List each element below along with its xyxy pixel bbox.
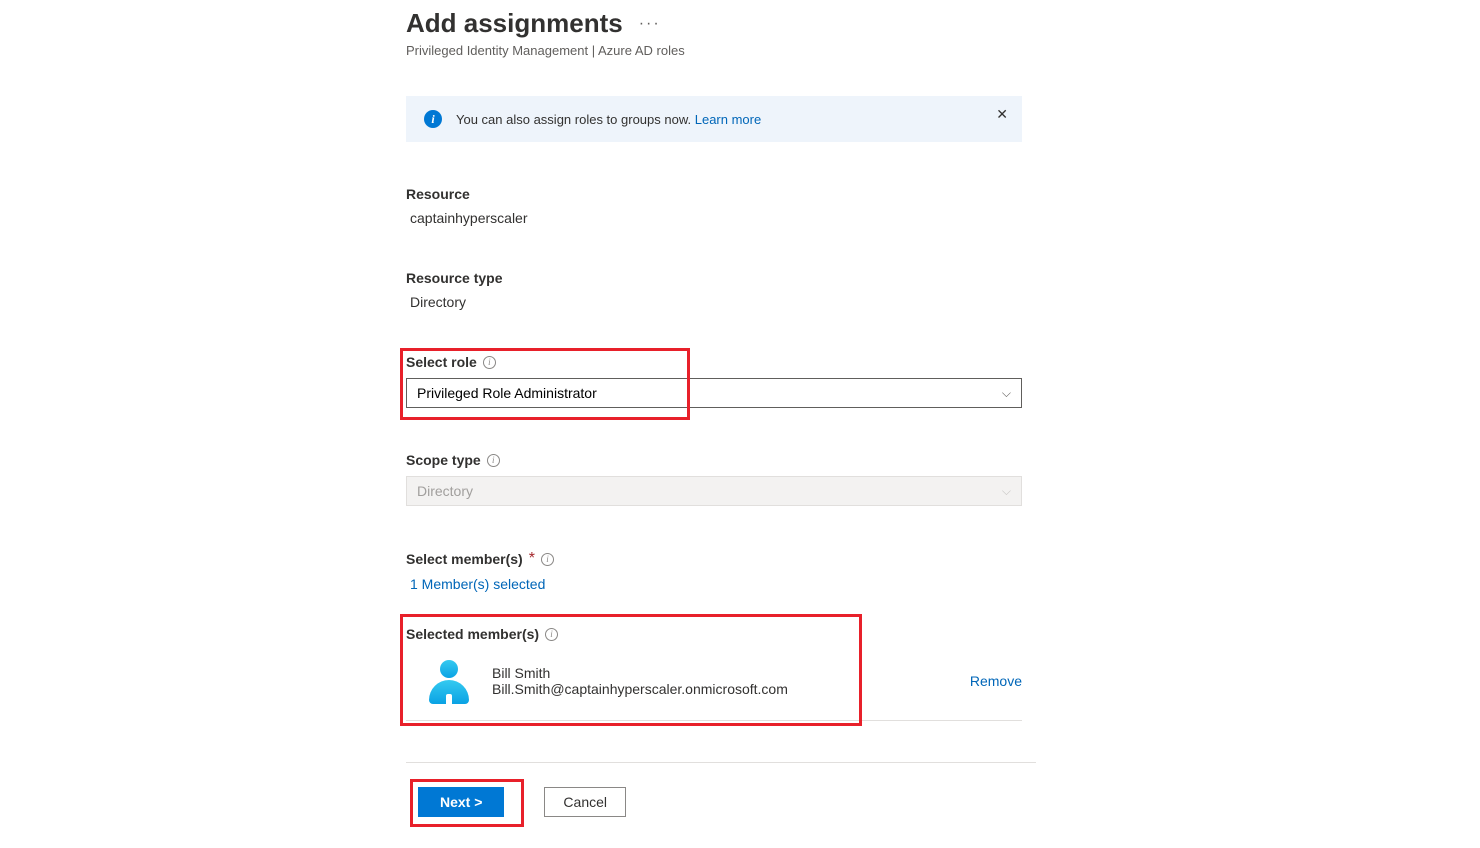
next-button[interactable]: Next > <box>418 787 504 817</box>
select-role-dropdown[interactable]: Privileged Role Administrator ⌵ <box>406 378 1022 408</box>
page-title: Add assignments <box>406 8 623 39</box>
resource-value: captainhyperscaler <box>406 210 1036 226</box>
info-banner: i You can also assign roles to groups no… <box>406 96 1022 142</box>
scope-type-dropdown: Directory ⌵ <box>406 476 1022 506</box>
remove-member-link[interactable]: Remove <box>970 673 1022 689</box>
members-selected-link[interactable]: 1 Member(s) selected <box>406 576 1036 592</box>
scope-type-value: Directory <box>417 483 473 499</box>
selected-members-label: Selected member(s) <box>406 626 539 642</box>
info-banner-text: You can also assign roles to groups now.… <box>456 112 761 127</box>
info-tooltip-icon[interactable]: i <box>541 553 554 566</box>
chevron-down-icon: ⌵ <box>1002 386 1011 401</box>
learn-more-link[interactable]: Learn more <box>695 112 761 127</box>
select-members-label: Select member(s) <box>406 551 523 567</box>
required-indicator: * <box>529 550 535 568</box>
resource-label: Resource <box>406 186 1036 202</box>
more-actions-button[interactable]: ··· <box>635 15 665 33</box>
close-icon[interactable]: ✕ <box>996 106 1008 123</box>
info-tooltip-icon[interactable]: i <box>487 454 500 467</box>
resource-type-value: Directory <box>406 294 1036 310</box>
cancel-button[interactable]: Cancel <box>544 787 626 817</box>
info-icon: i <box>424 110 442 128</box>
member-name: Bill Smith <box>492 665 788 681</box>
select-role-value: Privileged Role Administrator <box>417 385 597 401</box>
select-role-label: Select role <box>406 354 477 370</box>
footer-actions: Next > Cancel <box>406 762 1036 817</box>
info-banner-message: You can also assign roles to groups now. <box>456 112 695 127</box>
scope-type-label: Scope type <box>406 452 481 468</box>
info-tooltip-icon[interactable]: i <box>483 356 496 369</box>
member-email: Bill.Smith@captainhyperscaler.onmicrosof… <box>492 681 788 697</box>
resource-type-label: Resource type <box>406 270 1036 286</box>
user-avatar-icon <box>426 658 472 704</box>
breadcrumb: Privileged Identity Management | Azure A… <box>406 43 1036 58</box>
info-tooltip-icon[interactable]: i <box>545 628 558 641</box>
selected-member-row: Bill Smith Bill.Smith@captainhyperscaler… <box>406 658 1022 721</box>
chevron-down-icon: ⌵ <box>1002 484 1011 499</box>
